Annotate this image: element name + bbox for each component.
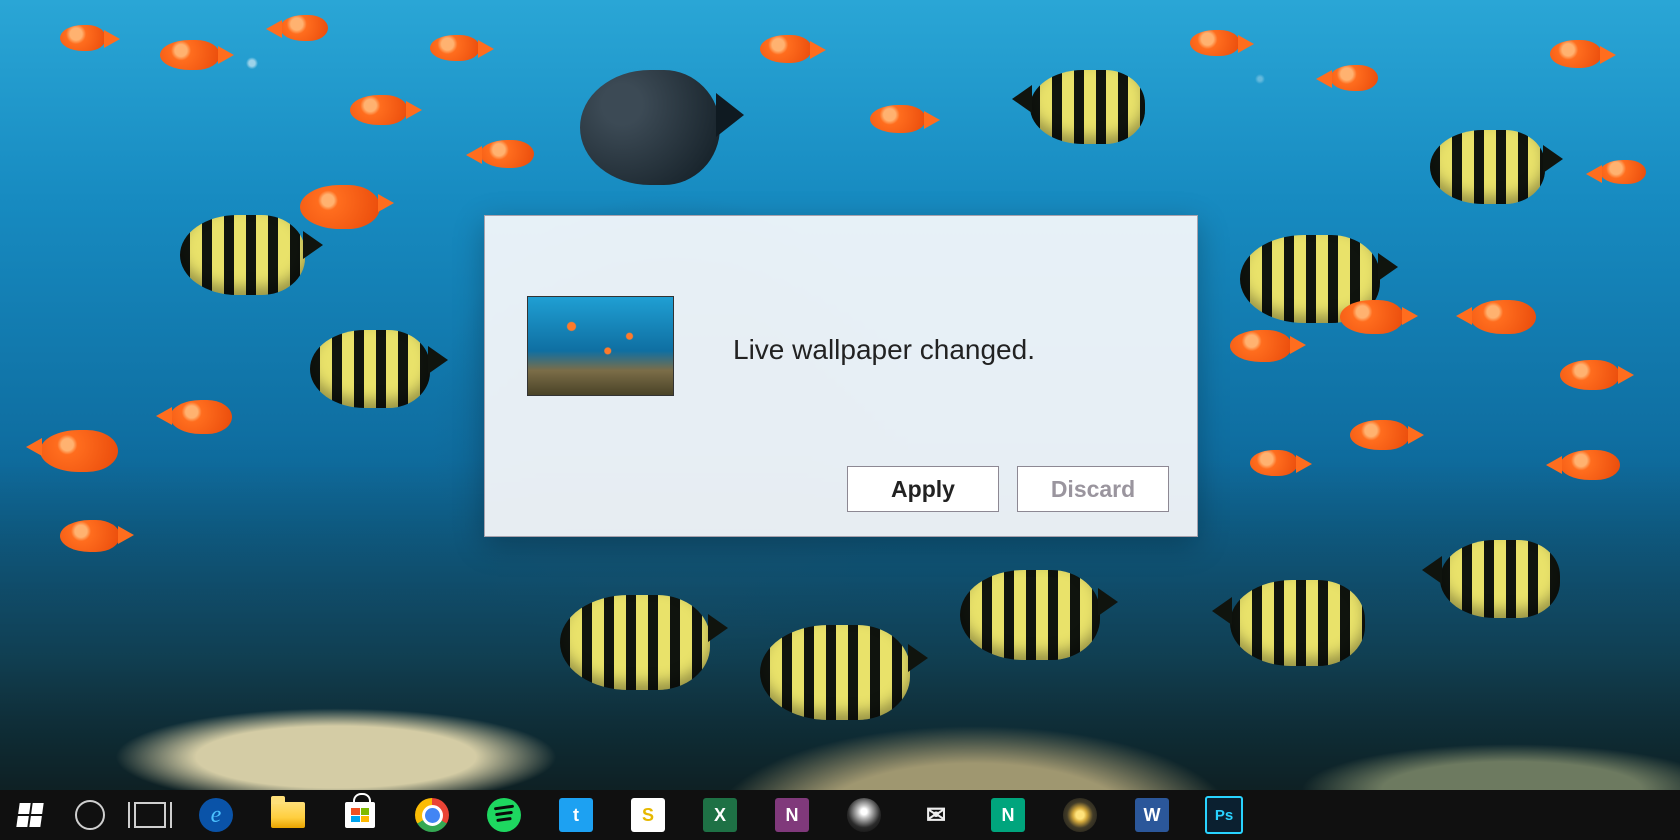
fish-icon (40, 430, 118, 472)
fish-icon (280, 15, 328, 41)
task-view-icon (134, 802, 166, 828)
fish-icon (1350, 420, 1410, 450)
taskbar-windows-store[interactable] (324, 790, 396, 840)
fish-icon (1250, 450, 1298, 476)
taskbar-excel[interactable]: X (684, 790, 756, 840)
twitter-icon: t (559, 798, 593, 832)
fish-icon (560, 595, 710, 690)
fish-icon (1340, 300, 1404, 334)
excel-icon: X (703, 798, 737, 832)
store-icon (345, 802, 375, 828)
xbox-icon (847, 798, 881, 832)
windows-logo-icon (16, 803, 43, 827)
fish-icon (1230, 580, 1365, 666)
fish-icon (310, 330, 430, 408)
fish-icon (760, 625, 910, 720)
wallpaper-changed-dialog: Live wallpaper changed. Apply Discard (484, 215, 1198, 537)
fish-icon (1030, 70, 1145, 144)
task-view-button[interactable] (120, 790, 180, 840)
wallpaper-thumbnail (527, 296, 674, 396)
fish-icon (1330, 65, 1378, 91)
taskbar-xbox[interactable] (828, 790, 900, 840)
fish-icon (760, 35, 812, 63)
fish-icon (1230, 330, 1292, 362)
apply-button[interactable]: Apply (847, 466, 999, 512)
fish-icon (180, 215, 305, 295)
fish-icon (1470, 300, 1536, 334)
taskbar-edge-browser[interactable]: e (180, 790, 252, 840)
sonos-icon (1063, 798, 1097, 832)
cortana-button[interactable] (60, 790, 120, 840)
fish-icon (1600, 160, 1646, 184)
chrome-icon (415, 798, 449, 832)
taskbar-photoshop[interactable]: Ps (1188, 790, 1260, 840)
fish-icon (1440, 540, 1560, 618)
taskbar-app-n[interactable]: N (972, 790, 1044, 840)
spotify-icon (487, 798, 521, 832)
taskbar: e t S X N ✉ N W Ps (0, 790, 1680, 840)
start-button[interactable] (0, 790, 60, 840)
fish-icon (1560, 360, 1620, 390)
fish-icon (170, 400, 232, 434)
taskbar-onenote[interactable]: N (756, 790, 828, 840)
taskbar-google-chrome[interactable] (396, 790, 468, 840)
fish-icon (60, 25, 106, 51)
folder-icon (271, 802, 305, 828)
word-icon: W (1135, 798, 1169, 832)
taskbar-slack[interactable]: S (612, 790, 684, 840)
taskbar-word[interactable]: W (1116, 790, 1188, 840)
slack-icon: S (631, 798, 665, 832)
taskbar-spotify[interactable] (468, 790, 540, 840)
fish-icon (580, 70, 720, 185)
app-n-icon: N (991, 798, 1025, 832)
dialog-message: Live wallpaper changed. (733, 334, 1035, 366)
onenote-icon: N (775, 798, 809, 832)
cortana-icon (75, 800, 105, 830)
taskbar-twitter[interactable]: t (540, 790, 612, 840)
taskbar-sonos[interactable] (1044, 790, 1116, 840)
fish-icon (1560, 450, 1620, 480)
taskbar-file-explorer[interactable] (252, 790, 324, 840)
fish-icon (960, 570, 1100, 660)
mail-icon: ✉ (919, 798, 953, 832)
discard-button[interactable]: Discard (1017, 466, 1169, 512)
fish-icon (1550, 40, 1602, 68)
fish-icon (1190, 30, 1240, 56)
fish-icon (160, 40, 220, 70)
fish-icon (300, 185, 380, 229)
taskbar-mail[interactable]: ✉ (900, 790, 972, 840)
fish-icon (480, 140, 534, 168)
fish-icon (350, 95, 408, 125)
photoshop-icon: Ps (1205, 796, 1243, 834)
fish-icon (1430, 130, 1545, 204)
edge-browser-icon: e (199, 798, 233, 832)
fish-icon (60, 520, 120, 552)
fish-icon (430, 35, 480, 61)
fish-icon (870, 105, 926, 133)
